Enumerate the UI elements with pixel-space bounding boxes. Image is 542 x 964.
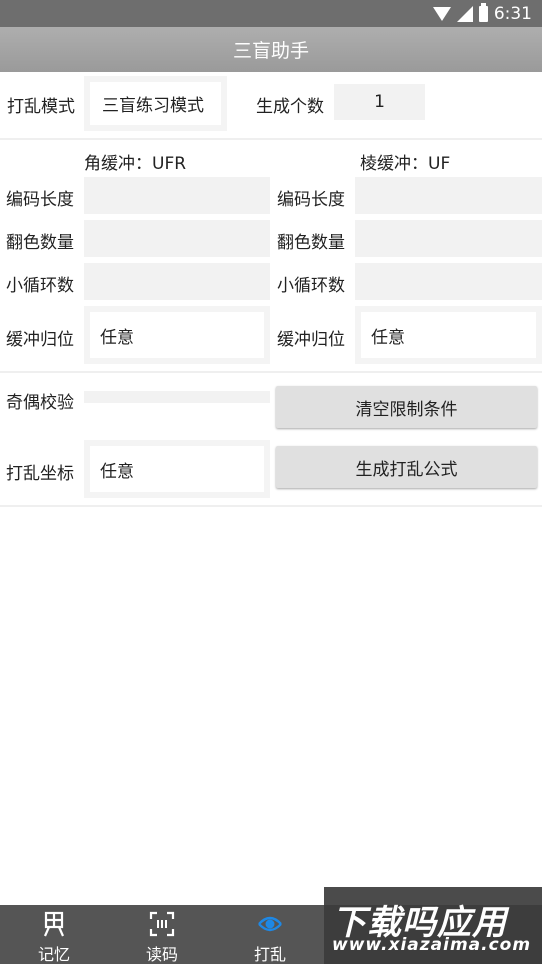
edge-code-length-label: 编码长度 xyxy=(277,190,345,210)
edge-cycle-count-input[interactable] xyxy=(355,263,542,300)
divider xyxy=(0,138,542,140)
scan-code-icon xyxy=(147,909,177,939)
scramble-coord-value: 任意 xyxy=(90,446,264,492)
corner-flip-count-label: 翻色数量 xyxy=(6,233,74,253)
generate-count-label: 生成个数 xyxy=(256,97,324,117)
scramble-coord-dropdown[interactable]: 任意 xyxy=(84,440,270,498)
nav-tab-memory[interactable]: 记忆 xyxy=(0,905,108,964)
edge-buffer-return-value: 任意 xyxy=(361,312,536,358)
divider xyxy=(0,505,542,507)
generate-scramble-button[interactable]: 生成打乱公式 xyxy=(276,446,537,488)
scramble-icon xyxy=(255,909,285,939)
edge-buffer-return-dropdown[interactable]: 任意 xyxy=(355,306,542,364)
corner-buffer-return-value: 任意 xyxy=(90,312,264,358)
edge-flip-count-label: 翻色数量 xyxy=(277,233,345,253)
watermark-url: www.xiazaima.com xyxy=(332,935,532,955)
generate-count-input[interactable]: 1 xyxy=(334,84,425,120)
corner-buffer-label: 角缓冲：UFR xyxy=(84,154,187,174)
status-time: 6:31 xyxy=(493,4,532,24)
battery-icon xyxy=(478,3,488,22)
scramble-mode-dropdown[interactable]: 三盲练习模式 xyxy=(84,76,227,131)
nav-tab-scramble[interactable]: 打乱 xyxy=(216,905,324,964)
scramble-coord-label: 打乱坐标 xyxy=(6,464,74,484)
status-bar: 6:31 xyxy=(0,0,542,27)
corner-cycle-count-label: 小循环数 xyxy=(6,276,74,296)
scramble-mode-value: 三盲练习模式 xyxy=(90,82,221,125)
signal-icon xyxy=(456,6,473,22)
watermark-logo: 下载吗应用 www.xiazaima.com xyxy=(324,887,542,964)
parity-check-label: 奇偶校验 xyxy=(6,393,74,413)
corner-code-length-label: 编码长度 xyxy=(6,190,74,210)
app-bar: 三盲助手 xyxy=(0,27,542,72)
edge-buffer-label: 棱缓冲：UF xyxy=(360,154,451,174)
clear-limits-button[interactable]: 清空限制条件 xyxy=(276,386,537,428)
app-title: 三盲助手 xyxy=(232,40,309,62)
corner-cycle-count-input[interactable] xyxy=(84,263,270,300)
parity-check-dropdown[interactable] xyxy=(84,391,270,403)
nav-label-read-code: 读码 xyxy=(145,945,178,964)
edge-flip-count-input[interactable] xyxy=(355,220,542,257)
nav-tab-read-code[interactable]: 读码 xyxy=(108,905,216,964)
wifi-icon xyxy=(432,7,451,21)
divider xyxy=(0,371,542,373)
scramble-mode-label: 打乱模式 xyxy=(7,97,75,117)
memory-icon xyxy=(39,909,69,939)
nav-label-memory: 记忆 xyxy=(37,945,70,964)
corner-flip-count-input[interactable] xyxy=(84,220,270,257)
corner-buffer-return-dropdown[interactable]: 任意 xyxy=(84,306,270,364)
edge-cycle-count-label: 小循环数 xyxy=(277,276,345,296)
corner-buffer-return-label: 缓冲归位 xyxy=(6,330,74,350)
corner-code-length-input[interactable] xyxy=(84,177,270,214)
edge-buffer-return-label: 缓冲归位 xyxy=(277,330,345,350)
edge-code-length-input[interactable] xyxy=(355,177,542,214)
nav-label-scramble: 打乱 xyxy=(253,945,286,964)
